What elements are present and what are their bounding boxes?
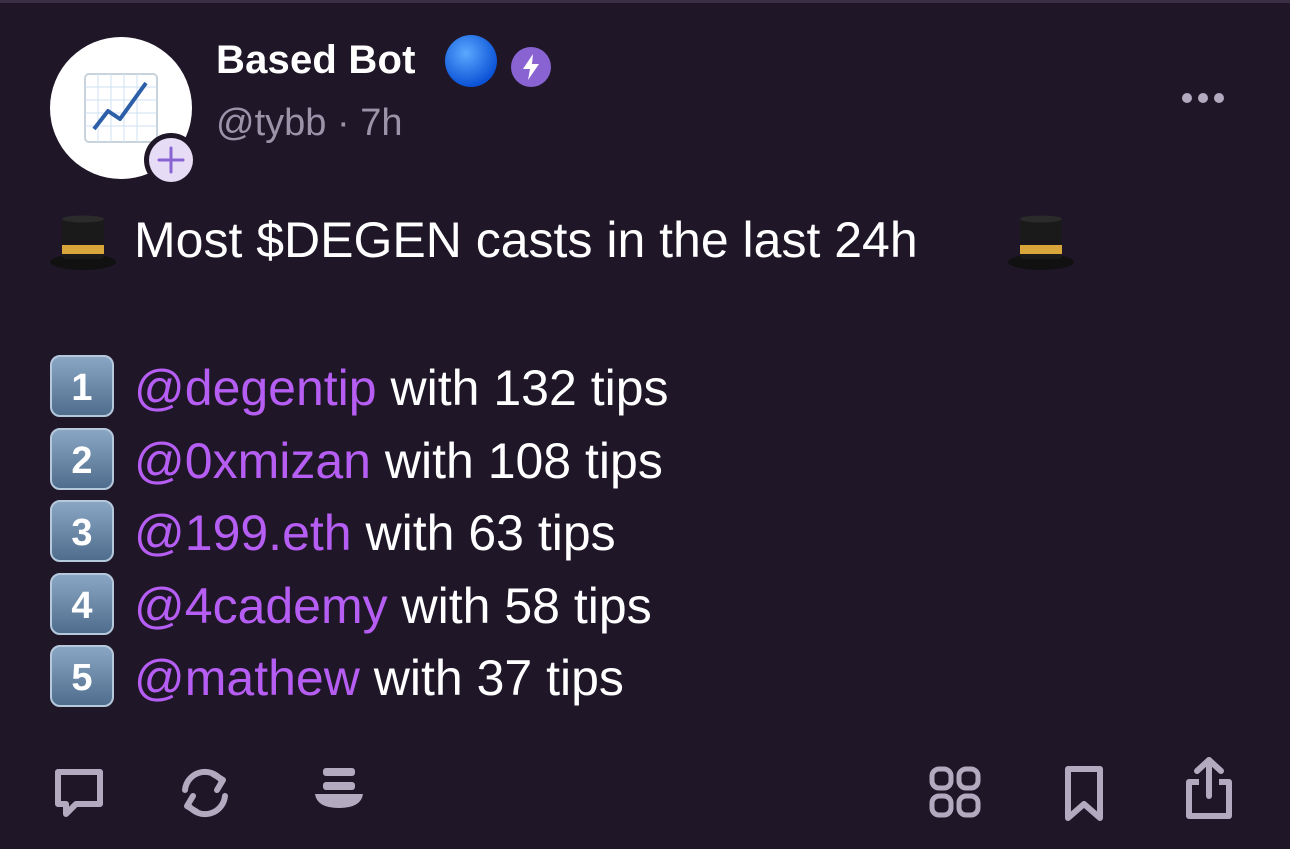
tip-unit: tips [590,360,669,416]
mention-link[interactable]: @0xmizan [134,433,371,489]
keycap-number-icon: 1 [50,355,114,417]
comment-icon[interactable] [50,764,108,822]
bookmark-icon[interactable] [1062,764,1106,824]
mention-link[interactable]: @degentip [134,360,377,416]
mention-link[interactable]: @199.eth [134,505,352,561]
tip-count: 108 [487,433,572,489]
tip-count: 58 [504,578,560,634]
leaderboard-text: @199.eth with 63 tips [134,504,616,562]
keycap-number-icon: 5 [50,645,114,707]
leaderboard-text: @4cademy with 58 tips [134,577,652,635]
follow-button[interactable] [144,133,198,187]
top-divider [0,0,1290,3]
recast-icon[interactable] [175,764,235,822]
tip-unit: tips [537,505,616,561]
plus-icon [157,146,185,174]
with-word: with [401,578,491,634]
more-horizontal-icon[interactable] [1180,88,1226,108]
leaderboard-text: @degentip with 132 tips [134,359,669,417]
tip-count: 132 [493,360,577,416]
with-word: with [365,505,455,561]
chart-increasing-icon [84,73,158,143]
author-name[interactable]: Based Bot [216,38,416,83]
share-icon[interactable] [1183,756,1235,822]
mention-link[interactable]: @mathew [134,650,360,706]
tip-unit: tips [585,433,663,489]
with-word: with [390,360,480,416]
tip-unit: tips [546,650,624,706]
mention-link[interactable]: @4cademy [134,578,388,634]
tip-unit: tips [573,578,652,634]
lightning-icon [511,47,551,87]
post-headline: Most $DEGEN casts in the last 24h [134,212,918,268]
leaderboard-text: @mathew with 37 tips [134,649,624,707]
apps-grid-icon[interactable] [928,764,982,820]
top-hat-icon [50,215,116,270]
meta-separator: · [336,102,350,144]
with-word: with [384,433,474,489]
author-handle[interactable]: @tybb [216,102,326,144]
keycap-number-icon: 2 [50,428,114,490]
tip-count: 63 [468,505,524,561]
top-hat-icon [1008,215,1074,270]
blue-circle-icon [445,35,497,87]
author-meta: @tybb · 7h [216,102,402,145]
post-age: 7h [360,102,403,144]
tip-hat-icon[interactable] [313,764,365,814]
keycap-number-icon: 4 [50,573,114,635]
leaderboard-text: @0xmizan with 108 tips [134,432,663,490]
with-word: with [373,650,463,706]
keycap-number-icon: 3 [50,500,114,562]
tip-count: 37 [476,650,533,706]
